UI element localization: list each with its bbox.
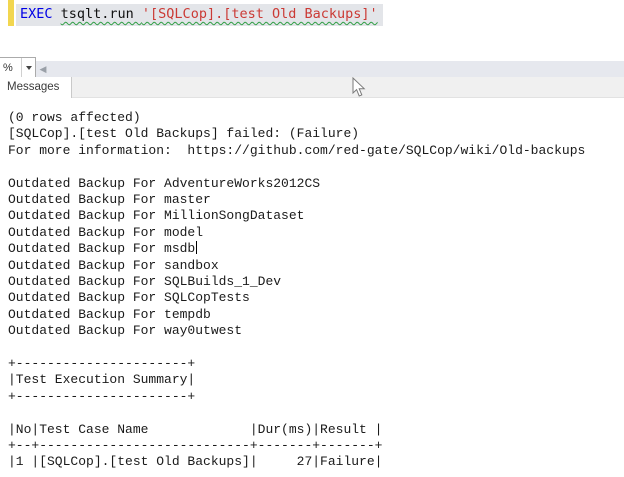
- message-line: [SQLCop].[test Old Backups] failed: (Fai…: [8, 126, 360, 142]
- message-line: |Test Execution Summary|: [8, 372, 196, 388]
- message-line: Outdated Backup For tempdb: [8, 306, 211, 322]
- message-line: Outdated Backup For model: [8, 224, 204, 240]
- query-editor[interactable]: EXEC tsqlt.run '[SQLCop].[test Old Backu…: [0, 0, 624, 61]
- message-line: [8, 340, 624, 356]
- message-line: |No|Test Case Name |Dur(ms)|Result |: [8, 421, 383, 437]
- message-line: +--+---------------------------+-------+…: [8, 438, 383, 454]
- message-line: (0 rows affected): [8, 110, 141, 125]
- tab-messages[interactable]: Messages: [0, 77, 73, 98]
- message-line: Outdated Backup For SQLCopTests: [8, 290, 250, 306]
- horizontal-scrollbar[interactable]: [0, 61, 624, 77]
- message-line: Outdated Backup For SQLBuilds_1_Dev: [8, 274, 282, 290]
- sql-statement[interactable]: EXEC tsqlt.run '[SQLCop].[test Old Backu…: [16, 4, 383, 26]
- message-line: Outdated Backup For sandbox: [8, 257, 219, 273]
- message-line: For more information: https://github.com…: [8, 142, 586, 158]
- message-line: [8, 405, 624, 421]
- text-caret: [196, 241, 198, 255]
- code-token: '[SQLCop].[test Old Backups]': [141, 6, 378, 22]
- ssms-window: EXEC tsqlt.run '[SQLCop].[test Old Backu…: [0, 0, 624, 477]
- zoom-value: %: [3, 61, 13, 74]
- message-line: Outdated Backup For master: [8, 192, 211, 208]
- code-token: tsqlt.run: [60, 6, 142, 22]
- zoom-dropdown[interactable]: %: [0, 57, 36, 78]
- message-line: Outdated Backup For way0utwest: [8, 323, 243, 339]
- scroll-left-button[interactable]: ◀: [37, 62, 49, 76]
- modified-line-indicator: [8, 0, 14, 26]
- chevron-down-icon[interactable]: [21, 58, 35, 77]
- message-line: Outdated Backup For msdb: [8, 241, 198, 257]
- message-line: |1 |[SQLCop].[test Old Backups]| 27|Fail…: [8, 454, 383, 470]
- message-line: +----------------------+: [8, 356, 196, 372]
- message-line: Outdated Backup For MillionSongDataset: [8, 208, 305, 224]
- messages-output[interactable]: (0 rows affected) [SQLCop].[test Old Back…: [0, 98, 624, 477]
- code-token: EXEC: [20, 6, 61, 22]
- message-line: Outdated Backup For AdventureWorks2012CS: [8, 175, 321, 191]
- message-line: +----------------------+: [8, 388, 196, 404]
- message-line: [8, 159, 624, 175]
- results-tab-strip: Messages: [0, 77, 624, 98]
